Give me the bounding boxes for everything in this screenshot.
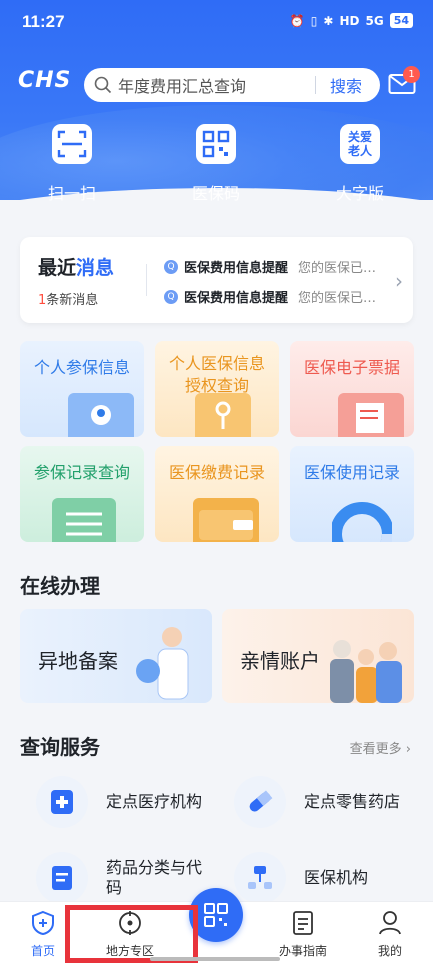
tab-service-guide[interactable]: 办事指南: [268, 910, 338, 959]
service-label: 定点医疗机构: [106, 792, 203, 811]
bluetooth-icon: ✱: [323, 13, 334, 28]
online-section-title: 在线办理: [20, 574, 100, 598]
calendar-icon: [52, 498, 116, 542]
search-bar[interactable]: 年度费用汇总查询 搜索: [84, 68, 380, 102]
tile-insurance-record[interactable]: 参保记录查询: [20, 446, 144, 542]
tile-label: 参保记录查询: [33, 463, 130, 482]
pie-chart-icon: [330, 498, 394, 542]
pill-icon: [234, 776, 286, 828]
family-account-card[interactable]: 亲情账户: [222, 609, 414, 703]
message-badge: 1: [403, 66, 420, 83]
alarm-icon: ⏰: [289, 13, 305, 28]
divider: [146, 264, 147, 296]
chevron-right-icon: ›: [405, 742, 411, 757]
search-button[interactable]: 搜索: [330, 73, 362, 97]
tile-label: 医保缴费记录: [168, 463, 265, 482]
qr-code-icon: [196, 124, 236, 164]
message-preview: 您的医保已…: [298, 261, 377, 276]
tile-authorization-query[interactable]: 个人医保信息 授权查询: [155, 341, 279, 437]
quick-label: 扫一扫: [47, 184, 96, 203]
organization-icon: [234, 852, 286, 904]
card-label: 异地备案: [38, 649, 118, 673]
message-icon: Q: [164, 289, 178, 304]
view-more-link[interactable]: 查看更多 ›: [350, 738, 411, 757]
quick-scan[interactable]: 扫一扫: [32, 124, 112, 204]
battery-icon: 54: [389, 13, 413, 28]
search-icon: [94, 76, 112, 94]
service-label: 医保机构: [304, 868, 369, 887]
message-title: 医保费用信息提醒: [184, 291, 289, 306]
receipt-icon: [338, 393, 404, 437]
query-section-title: 查询服务: [20, 735, 100, 759]
message-title: 医保费用信息提醒: [184, 261, 289, 276]
chevron-right-icon: ›: [395, 269, 403, 293]
message-count-suffix: 条新消息: [46, 293, 99, 308]
home-indicator: [150, 957, 280, 961]
tab-mine[interactable]: 我的: [355, 910, 425, 959]
family-illustration-icon: [330, 640, 402, 703]
key-shield-icon: [195, 393, 251, 437]
home-shield-icon: [30, 910, 56, 936]
hospital-icon: [36, 776, 88, 828]
status-time: 11:27: [22, 12, 65, 31]
document-icon: [36, 852, 88, 904]
status-icons: ⏰ ▯ ✱ HD 5G 54: [290, 13, 413, 28]
service-label: 定点零售药店: [304, 792, 401, 811]
service-retail-pharmacy[interactable]: 定点零售药店: [234, 776, 400, 828]
message-item[interactable]: Q 医保费用信息提醒 您的医保已…: [164, 287, 386, 306]
qr-scan-icon: [204, 903, 228, 927]
tile-electronic-receipt[interactable]: 医保电子票据: [290, 341, 414, 437]
scan-icon: [52, 124, 92, 164]
wallet-icon: [193, 498, 259, 542]
recent-messages-title: 最近消息: [38, 253, 114, 280]
card-label: 亲情账户: [240, 649, 320, 673]
tile-usage-record[interactable]: 医保使用记录: [290, 446, 414, 542]
tile-personal-insurance[interactable]: 个人参保信息: [20, 341, 144, 437]
quick-medical-code[interactable]: 医保码: [176, 124, 256, 204]
tile-label: 个人医保信息 授权查询: [155, 353, 279, 397]
tile-label-line1: 个人医保信息: [168, 354, 265, 373]
title-part-b: 消息: [76, 257, 115, 279]
doctor-illustration-icon: [136, 627, 189, 700]
search-input[interactable]: 年度费用汇总查询: [118, 73, 315, 97]
elderly-care-icon: 关爱老人: [340, 124, 380, 164]
quick-label: 医保码: [191, 184, 240, 203]
new-message-count: 1条新消息: [38, 289, 98, 308]
service-insurance-agency[interactable]: 医保机构: [234, 852, 368, 904]
remote-filing-card[interactable]: 异地备案: [20, 609, 212, 703]
highlight-box: [65, 905, 198, 963]
message-icon: Q: [164, 259, 178, 274]
tile-label: 医保电子票据: [303, 358, 400, 377]
tile-label: 医保使用记录: [303, 463, 400, 482]
quick-label: 大字版: [335, 184, 384, 203]
tab-label: 我的: [377, 944, 402, 958]
recent-messages-card[interactable]: 最近消息 1条新消息 Q 医保费用信息提醒 您的医保已… Q 医保费用信息提醒 …: [20, 237, 413, 323]
message-item[interactable]: Q 医保费用信息提醒 您的医保已…: [164, 257, 386, 276]
service-label-line2: 码: [106, 878, 123, 897]
tile-payment-record[interactable]: 医保缴费记录: [155, 446, 279, 542]
status-bar: 11:27 ⏰ ▯ ✱ HD 5G 54: [0, 0, 433, 44]
elderly-care-text: 关爱老人: [347, 130, 372, 158]
user-icon: [377, 910, 403, 936]
person-card-icon: [68, 393, 134, 437]
service-designated-hospital[interactable]: 定点医疗机构: [36, 776, 202, 828]
signal-label: 5G: [365, 13, 384, 28]
service-label: 药品分类与代码: [106, 858, 202, 898]
title-part-a: 最近: [38, 257, 77, 279]
guide-document-icon: [290, 910, 316, 936]
service-drug-classification[interactable]: 药品分类与代码: [36, 852, 202, 904]
quick-large-text[interactable]: 关爱老人 大字版: [320, 124, 400, 204]
message-button[interactable]: 1: [388, 66, 420, 96]
network-label: HD: [339, 13, 360, 28]
search-divider: [314, 76, 316, 94]
message-preview: 您的医保已…: [298, 291, 377, 306]
tile-label: 个人参保信息: [33, 358, 130, 377]
service-label-line1: 药品分类与代: [106, 858, 203, 877]
vibrate-icon: ▯: [310, 13, 318, 28]
view-more-label: 查看更多: [349, 742, 402, 757]
chs-logo: CHS: [18, 68, 72, 93]
